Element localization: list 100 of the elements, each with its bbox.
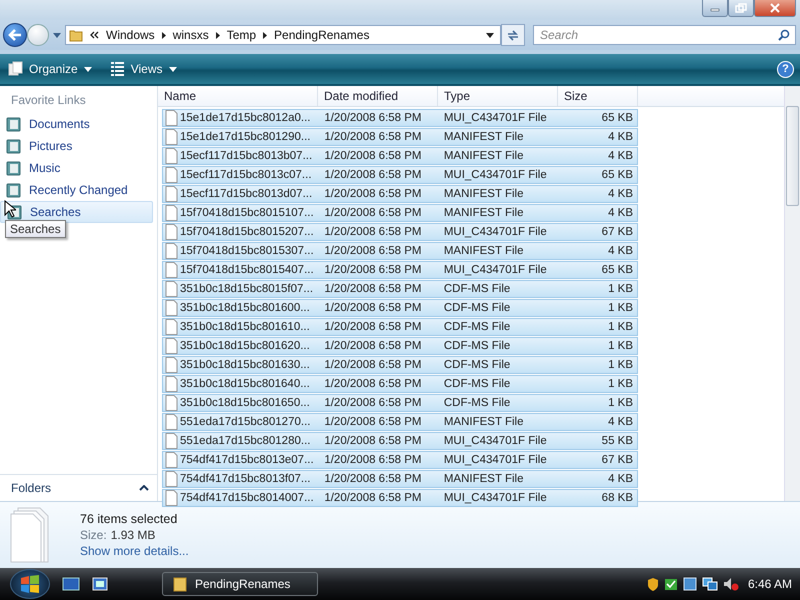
windows-logo [19, 574, 41, 594]
minimize-button[interactable] [702, 0, 728, 17]
column-header[interactable]: Type [438, 86, 558, 106]
table-cell-text: 4 KB [607, 131, 634, 143]
breadcrumb-arrow-icon[interactable] [263, 32, 268, 38]
file-row[interactable]: 15e1de17d15bc8012a0... 1/20/2008 6:58 PM MUI_C434701F File 65 KB [162, 109, 638, 127]
file-row[interactable]: 351b0c18d15bc801620... 1/20/2008 6:58 PM CDF-MS File 1 KB [162, 337, 638, 355]
table-cell-text: CDF-MS File [442, 302, 512, 314]
refresh-icon [506, 29, 520, 41]
table-cell-text: 4 KB [607, 416, 634, 428]
column-header[interactable]: Date modified [318, 86, 438, 106]
back-button[interactable] [3, 23, 27, 47]
list-view-icon [110, 61, 125, 77]
library-icon [6, 182, 21, 198]
column-header[interactable]: Size [558, 86, 638, 106]
file-row[interactable]: 754df417d15bc8013f07... 1/20/2008 6:58 PM MANIFEST File 4 KB [162, 470, 638, 488]
file-name: 754df417d15bc8014007... [180, 492, 314, 504]
file-row[interactable]: 15f70418d15bc8015107... 1/20/2008 6:58 PM MANIFEST File 4 KB [162, 204, 638, 222]
breadcrumb-item[interactable]: Windows [106, 28, 155, 42]
file-row[interactable]: 351b0c18d15bc801640... 1/20/2008 6:58 PM CDF-MS File 1 KB [162, 375, 638, 393]
desktop-icon[interactable] [62, 577, 80, 591]
file-icon [165, 414, 178, 430]
file-name: 351b0c18d15bc801620... [180, 340, 310, 352]
overflow-chevron-icon[interactable] [90, 31, 99, 39]
breadcrumb-item[interactable]: Temp [226, 28, 256, 42]
network-computers-icon[interactable] [702, 577, 718, 591]
scroll-thumb[interactable] [786, 106, 799, 206]
file-row[interactable]: 754df417d15bc8013e07... 1/20/2008 6:58 PM MUI_C434701F File 67 KB [162, 451, 638, 469]
close-button[interactable] [754, 0, 796, 17]
table-cell-text: 1/20/2008 6:58 PM [323, 131, 423, 143]
table-cell-text: 65 KB [600, 264, 634, 276]
table-cell-text: 1/20/2008 6:58 PM [323, 169, 423, 181]
help-button[interactable]: ? [777, 60, 794, 78]
file-row[interactable]: 351b0c18d15bc8015f07... 1/20/2008 6:58 PM CDF-MS File 1 KB [162, 280, 638, 298]
file-icon [165, 110, 178, 126]
file-icon [165, 395, 178, 411]
table-cell-text: 1/20/2008 6:58 PM [323, 226, 423, 238]
table-cell-text: 1/20/2008 6:58 PM [323, 188, 423, 200]
library-icon [6, 138, 21, 154]
search-field[interactable]: Search [533, 25, 796, 45]
table-cell-text: MANIFEST File [442, 473, 524, 485]
scrollbar[interactable] [784, 86, 800, 501]
show-more-details-link[interactable]: Show more details... [80, 544, 189, 558]
file-name: 15ecf117d15bc8013d07... [180, 188, 312, 200]
file-row[interactable]: 351b0c18d15bc801600... 1/20/2008 6:58 PM CDF-MS File 1 KB [162, 299, 638, 317]
search-icon[interactable] [778, 29, 790, 41]
file-row[interactable]: 351b0c18d15bc801610... 1/20/2008 6:58 PM CDF-MS File 1 KB [162, 318, 638, 336]
start-button[interactable] [10, 569, 50, 599]
security-check-icon[interactable] [664, 577, 678, 591]
address-bar[interactable]: Windows winsxs Temp PendingRenames [65, 25, 501, 45]
file-row[interactable]: 551eda17d15bc801280... 1/20/2008 6:58 PM MUI_C434701F File 55 KB [162, 432, 638, 450]
file-row[interactable]: 15ecf117d15bc8013b07... 1/20/2008 6:58 PM MANIFEST File 4 KB [162, 147, 638, 165]
file-row[interactable]: 15f70418d15bc8015307... 1/20/2008 6:58 PM MANIFEST File 4 KB [162, 242, 638, 260]
column-header[interactable]: Name [158, 86, 318, 106]
table-cell-text: 1 KB [607, 397, 634, 409]
file-row[interactable]: 754df417d15bc8014007... 1/20/2008 6:58 PM MUI_C434701F File 68 KB [162, 489, 638, 507]
refresh-button[interactable] [501, 24, 525, 46]
file-icon [165, 452, 178, 468]
maximize-button[interactable] [728, 0, 754, 17]
breadcrumb-arrow-icon[interactable] [216, 32, 220, 38]
sidebar-item[interactable]: Documents [0, 113, 153, 135]
breadcrumb-arrow-icon[interactable] [162, 32, 166, 38]
file-name: 351b0c18d15bc801600... [180, 302, 310, 314]
muted-speaker-icon[interactable] [722, 577, 739, 591]
toolbar-button[interactable]: Views [106, 59, 180, 79]
folder-icon [69, 28, 83, 42]
table-cell-text: 1/20/2008 6:58 PM [323, 454, 423, 466]
file-row[interactable]: 15f70418d15bc8015407... 1/20/2008 6:58 PM MUI_C434701F File 65 KB [162, 261, 638, 279]
sidebar-item[interactable]: Recently Changed [0, 179, 153, 201]
sidebar-item[interactable]: Searches [0, 201, 153, 223]
dropdown-arrow-icon[interactable] [486, 32, 494, 38]
shield-icon[interactable] [646, 577, 659, 591]
table-cell-text: 4 KB [607, 207, 634, 219]
table-cell-text: 1/20/2008 6:58 PM [323, 359, 423, 371]
file-row[interactable]: 351b0c18d15bc801650... 1/20/2008 6:58 PM CDF-MS File 1 KB [162, 394, 638, 412]
file-row[interactable]: 15ecf117d15bc8013c07... 1/20/2008 6:58 PM MUI_C434701F File 65 KB [162, 166, 638, 184]
table-cell-text: 1 KB [607, 359, 634, 371]
file-row[interactable]: 15e1de17d15bc801290... 1/20/2008 6:58 PM MANIFEST File 4 KB [162, 128, 638, 146]
file-row[interactable]: 551eda17d15bc801270... 1/20/2008 6:58 PM MANIFEST File 4 KB [162, 413, 638, 431]
breadcrumb-item[interactable]: PendingRenames [274, 28, 370, 42]
sidebar-item[interactable]: Music [0, 157, 153, 179]
file-icon [165, 319, 178, 335]
size-label: Size: [80, 528, 107, 542]
file-icon [165, 281, 178, 297]
table-cell-text: 1/20/2008 6:58 PM [323, 150, 423, 162]
table-cell-text: 1/20/2008 6:58 PM [323, 378, 423, 390]
toolbar-button[interactable]: Organize [4, 59, 96, 79]
file-name: 15f70418d15bc8015107... [180, 207, 314, 219]
clock[interactable]: 6:46 AM [748, 577, 792, 591]
windows-switch-icon[interactable] [92, 577, 108, 591]
caret-icon[interactable] [53, 32, 61, 38]
file-row[interactable]: 15ecf117d15bc8013d07... 1/20/2008 6:58 PM MANIFEST File 4 KB [162, 185, 638, 203]
table-cell-text: 4 KB [607, 245, 634, 257]
breadcrumb-item[interactable]: winsxs [172, 28, 209, 42]
folders-label: Folders [11, 481, 52, 495]
file-row[interactable]: 351b0c18d15bc801630... 1/20/2008 6:58 PM CDF-MS File 1 KB [162, 356, 638, 374]
sidebar-item[interactable]: Pictures [0, 135, 153, 157]
file-icon [165, 338, 178, 354]
file-row[interactable]: 15f70418d15bc8015207... 1/20/2008 6:58 PM MUI_C434701F File 67 KB [162, 223, 638, 241]
taskbar-button[interactable]: PendingRenames [162, 572, 318, 596]
